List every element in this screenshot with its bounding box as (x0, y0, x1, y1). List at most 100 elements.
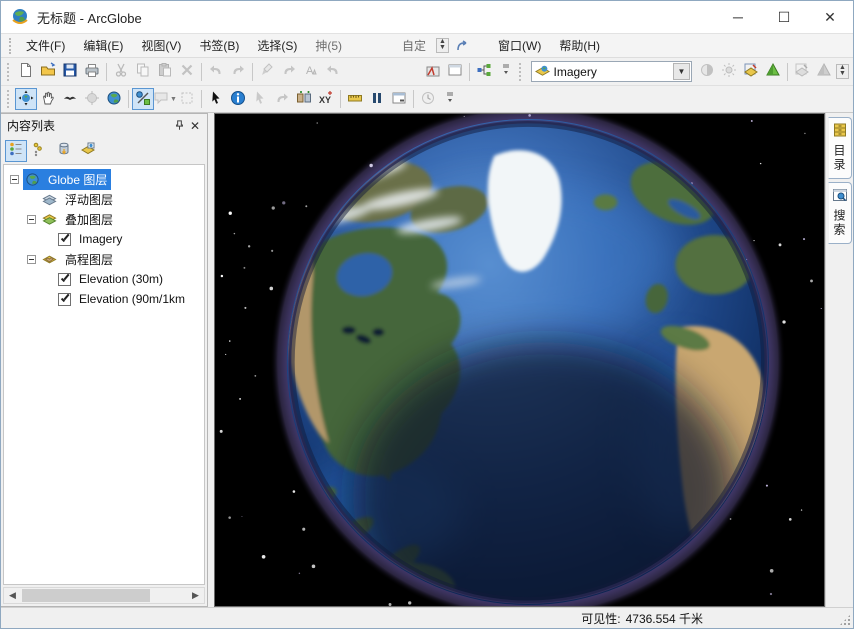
globe-viewport[interactable] (214, 113, 825, 607)
swipe-layer-button[interactable] (740, 61, 762, 83)
animation-pause-button[interactable] (366, 88, 388, 110)
layer-combo[interactable]: Imagery ▼ (531, 61, 693, 82)
select-features-button[interactable] (176, 88, 198, 110)
popup-tool-button[interactable]: ▼ (154, 88, 176, 110)
python-window-button[interactable] (444, 61, 466, 83)
floatlyr-icon (41, 192, 58, 207)
modelbuilder-button[interactable] (473, 61, 495, 83)
layer-checkbox[interactable] (58, 233, 71, 246)
tree-item-elevation-90m-1km[interactable]: Elevation (90m/1km (4, 289, 204, 309)
swipe-disabled-button[interactable] (791, 61, 813, 83)
html-popup-button[interactable] (249, 88, 271, 110)
menu-bookmarks[interactable]: 书签(B) (190, 36, 248, 56)
label-tool-button[interactable]: A (300, 61, 322, 83)
minimize-button[interactable]: ─ (715, 1, 761, 33)
layer-checkbox[interactable] (58, 273, 71, 286)
menu-window[interactable]: 窗口(W) (489, 36, 550, 56)
dock-tab-strip: 目录搜索 (825, 113, 853, 607)
pyramid-disabled-button[interactable] (813, 61, 835, 83)
tab-search[interactable]: 搜索 (828, 182, 852, 244)
redo-button[interactable] (227, 61, 249, 83)
horizontal-scrollbar[interactable]: ◀ ▶ (3, 587, 205, 604)
expander-minus-icon[interactable] (27, 255, 36, 264)
menu-ghost[interactable]: 抻(5) (306, 36, 351, 56)
scroll-left-arrow[interactable]: ◀ (4, 588, 21, 603)
pan-tool-button[interactable] (37, 88, 59, 110)
elevlyr-icon (41, 252, 58, 267)
toolbar-grip[interactable] (519, 63, 523, 81)
resize-grip[interactable] (839, 614, 851, 626)
arcglobe-logo-icon (10, 7, 30, 27)
viewer-window-button[interactable] (388, 88, 410, 110)
sketch-tool-button[interactable] (256, 61, 278, 83)
time-slider-button[interactable] (417, 88, 439, 110)
fly-tool-button[interactable] (59, 88, 81, 110)
center-target-button[interactable] (81, 88, 103, 110)
print-button[interactable] (81, 61, 103, 83)
new-document-button[interactable] (15, 61, 37, 83)
full-extent-button[interactable] (103, 88, 125, 110)
tree-item-高程图层[interactable]: 高程图层 (4, 249, 204, 269)
toolbar-overflow-button[interactable]: ▲▼ (836, 64, 849, 79)
redo-ghost-button[interactable] (278, 61, 300, 83)
menu-bar: 文件(F)编辑(E)视图(V)书签(B)选择(S)抻(5) 自定 ▲▼ 窗口(W… (1, 34, 853, 58)
select-elements-button[interactable] (205, 88, 227, 110)
open-icon (40, 62, 56, 81)
open-button[interactable] (37, 61, 59, 83)
list-by-drawing-order-button[interactable] (5, 140, 27, 162)
list-by-source-button[interactable] (29, 140, 51, 162)
tree-item-label: Imagery (76, 231, 125, 247)
toolbar-separator (252, 63, 253, 81)
expander-minus-icon[interactable] (27, 215, 36, 224)
toolbar-options-button[interactable] (495, 61, 517, 83)
toolbar-options-button[interactable] (439, 88, 461, 110)
go-back-button[interactable] (271, 88, 293, 110)
toolbar-grip[interactable] (9, 38, 13, 54)
navigate-tool-button[interactable] (15, 88, 37, 110)
list-by-type-button[interactable] (53, 140, 75, 162)
toolbar-grip[interactable] (7, 90, 11, 108)
menu-view[interactable]: 视图(V) (132, 36, 190, 56)
pin-icon[interactable] (171, 118, 187, 134)
tab-catalog[interactable]: 目录 (828, 117, 852, 179)
arctoolbox-button[interactable] (422, 61, 444, 83)
cut-button[interactable] (110, 61, 132, 83)
menu-overflow-button[interactable]: ▲▼ (436, 38, 449, 53)
tree-item-叠加图层[interactable]: 叠加图层 (4, 209, 204, 229)
status-bar: 可见性:4736.554 千米 (1, 607, 853, 628)
tree-item-globe-图层[interactable]: Globe 图层 (4, 169, 204, 189)
scroll-right-arrow[interactable]: ▶ (187, 588, 204, 603)
copy-button[interactable] (132, 61, 154, 83)
identify-button[interactable] (227, 88, 249, 110)
menu-selection[interactable]: 选择(S) (248, 36, 306, 56)
scrollbar-thumb[interactable] (22, 589, 150, 602)
tree-item-elevation-30m-[interactable]: Elevation (30m) (4, 269, 204, 289)
tree-item-imagery[interactable]: Imagery (4, 229, 204, 249)
brightness-button[interactable] (718, 61, 740, 83)
curve-ghost-button[interactable] (322, 61, 344, 83)
toolbar-grip[interactable] (7, 63, 11, 81)
save-button[interactable] (59, 61, 81, 83)
contrast-button[interactable] (696, 61, 718, 83)
menu-file[interactable]: 文件(F) (17, 36, 74, 56)
undo-button[interactable] (205, 61, 227, 83)
close-panel-icon[interactable]: ✕ (187, 118, 203, 134)
menu-customize[interactable]: 自定 (393, 34, 435, 57)
close-button[interactable]: ✕ (807, 1, 853, 33)
menu-edit[interactable]: 编辑(E) (74, 36, 132, 56)
list-by-selection-button[interactable] (77, 140, 99, 162)
findplus-icon (296, 90, 312, 109)
delete-button[interactable] (176, 61, 198, 83)
layer-checkbox[interactable] (58, 293, 71, 306)
globe-properties-button[interactable] (762, 61, 784, 83)
paste-button[interactable] (154, 61, 176, 83)
go-to-xy-button[interactable]: XY (315, 88, 337, 110)
menu-help[interactable]: 帮助(H) (550, 36, 609, 56)
combo-dropdown-arrow[interactable]: ▼ (673, 63, 690, 80)
maximize-button[interactable]: ☐ (761, 1, 807, 33)
find-button[interactable] (293, 88, 315, 110)
surface-navigation-button[interactable] (132, 88, 154, 110)
expander-minus-icon[interactable] (10, 175, 19, 184)
measure-button[interactable] (344, 88, 366, 110)
tree-item-浮动图层[interactable]: 浮动图层 (4, 189, 204, 209)
